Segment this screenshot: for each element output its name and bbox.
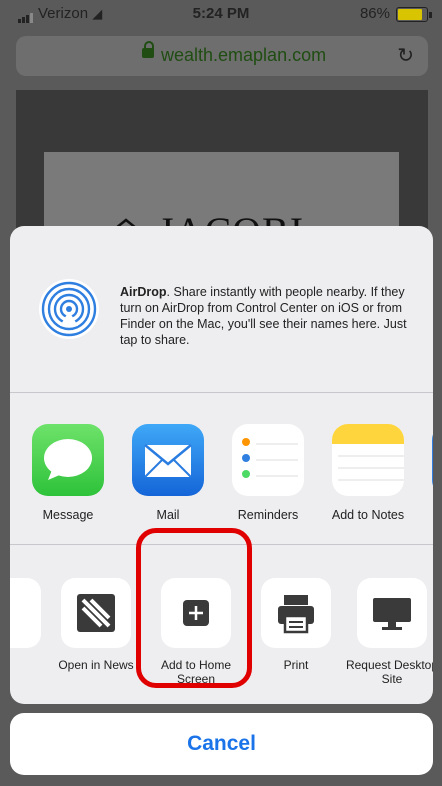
app-message[interactable]: Message (18, 424, 118, 522)
action-label: Request Desktop Site (345, 658, 433, 686)
status-bar: Verizon ◢ 5:24 PM 86% (0, 0, 442, 26)
print-icon (261, 578, 331, 648)
mail-icon (132, 424, 204, 496)
airdrop-description: AirDrop. Share instantly with people nea… (120, 284, 410, 348)
highlight-box (136, 528, 252, 688)
reminders-icon (232, 424, 304, 496)
battery-icon (396, 7, 432, 22)
action-label: Print (283, 658, 309, 672)
action-print[interactable]: Print (248, 578, 344, 672)
action-partial-icon (10, 578, 41, 648)
action-open-in-news[interactable]: Open in News (48, 578, 144, 672)
app-label: Message (42, 508, 94, 522)
news-icon (61, 578, 131, 648)
app-label: Mail (156, 508, 180, 522)
airdrop-section[interactable]: AirDrop. Share instantly with people nea… (10, 226, 433, 392)
share-apps-row: Message Mail Reminders Add to Notes (10, 392, 433, 544)
address-bar[interactable]: wealth.emaplan.com ↻ (16, 36, 428, 76)
app-label: Reminders (237, 508, 299, 522)
action-request-desktop-site[interactable]: Request Desktop Site (344, 578, 433, 686)
action-label: Open in News (58, 658, 134, 672)
battery-percent: 86% (359, 5, 390, 22)
app-partial[interactable] (418, 424, 433, 496)
url-text: wealth.emaplan.com (161, 45, 327, 65)
airdrop-title: AirDrop (120, 285, 167, 299)
desktop-icon (357, 578, 427, 648)
app-reminders[interactable]: Reminders (218, 424, 318, 522)
app-partial-icon (432, 424, 433, 496)
notes-icon (332, 424, 404, 496)
messages-icon (32, 424, 104, 496)
cancel-button[interactable]: Cancel (10, 713, 433, 775)
app-mail[interactable]: Mail (118, 424, 218, 522)
airdrop-icon (39, 279, 99, 339)
reload-icon[interactable]: ↻ (397, 43, 414, 68)
lock-icon (142, 41, 154, 58)
app-label: Add to Notes (331, 508, 405, 522)
app-notes[interactable]: Add to Notes (318, 424, 418, 522)
